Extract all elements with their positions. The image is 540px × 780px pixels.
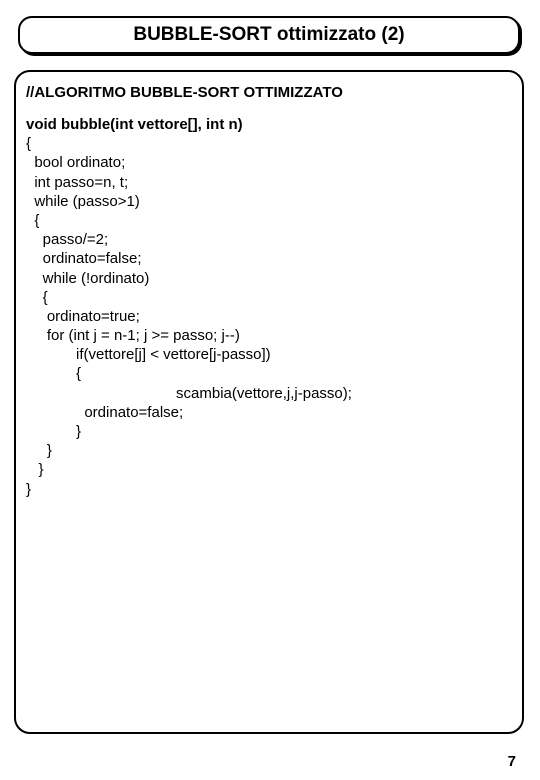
code-line: } <box>26 442 52 459</box>
slide-title-box: BUBBLE-SORT ottimizzato (2) <box>18 16 520 54</box>
code-line: { <box>26 212 39 229</box>
code-line: passo/=2; <box>26 231 108 248</box>
code-line: while (passo>1) <box>26 193 140 210</box>
code-line: } <box>26 461 44 478</box>
code-block: void bubble(int vettore[], int n) { bool… <box>26 115 512 499</box>
code-line: if(vettore[j] < vettore[j-passo]) <box>26 346 271 363</box>
page-number: 7 <box>508 753 516 770</box>
code-line: scambia(vettore,j,j-passo); <box>26 385 352 402</box>
code-line: { <box>26 289 48 306</box>
code-line: } <box>26 423 81 440</box>
code-line: ordinato=true; <box>26 308 140 325</box>
code-line: } <box>26 481 31 498</box>
code-line: for (int j = n-1; j >= passo; j--) <box>26 327 240 344</box>
code-line: int passo=n, t; <box>26 174 128 191</box>
code-line: while (!ordinato) <box>26 270 149 287</box>
slide-title: BUBBLE-SORT ottimizzato (2) <box>133 24 404 46</box>
algorithm-comment: //ALGORITMO BUBBLE-SORT OTTIMIZZATO <box>26 84 512 101</box>
code-line: ordinato=false; <box>26 250 142 267</box>
code-line: ordinato=false; <box>26 404 183 421</box>
code-line: { <box>26 135 31 152</box>
code-line: bool ordinato; <box>26 154 125 171</box>
code-line: void bubble(int vettore[], int n) <box>26 116 243 133</box>
code-line: { <box>26 365 81 382</box>
content-box: //ALGORITMO BUBBLE-SORT OTTIMIZZATO void… <box>14 70 524 734</box>
